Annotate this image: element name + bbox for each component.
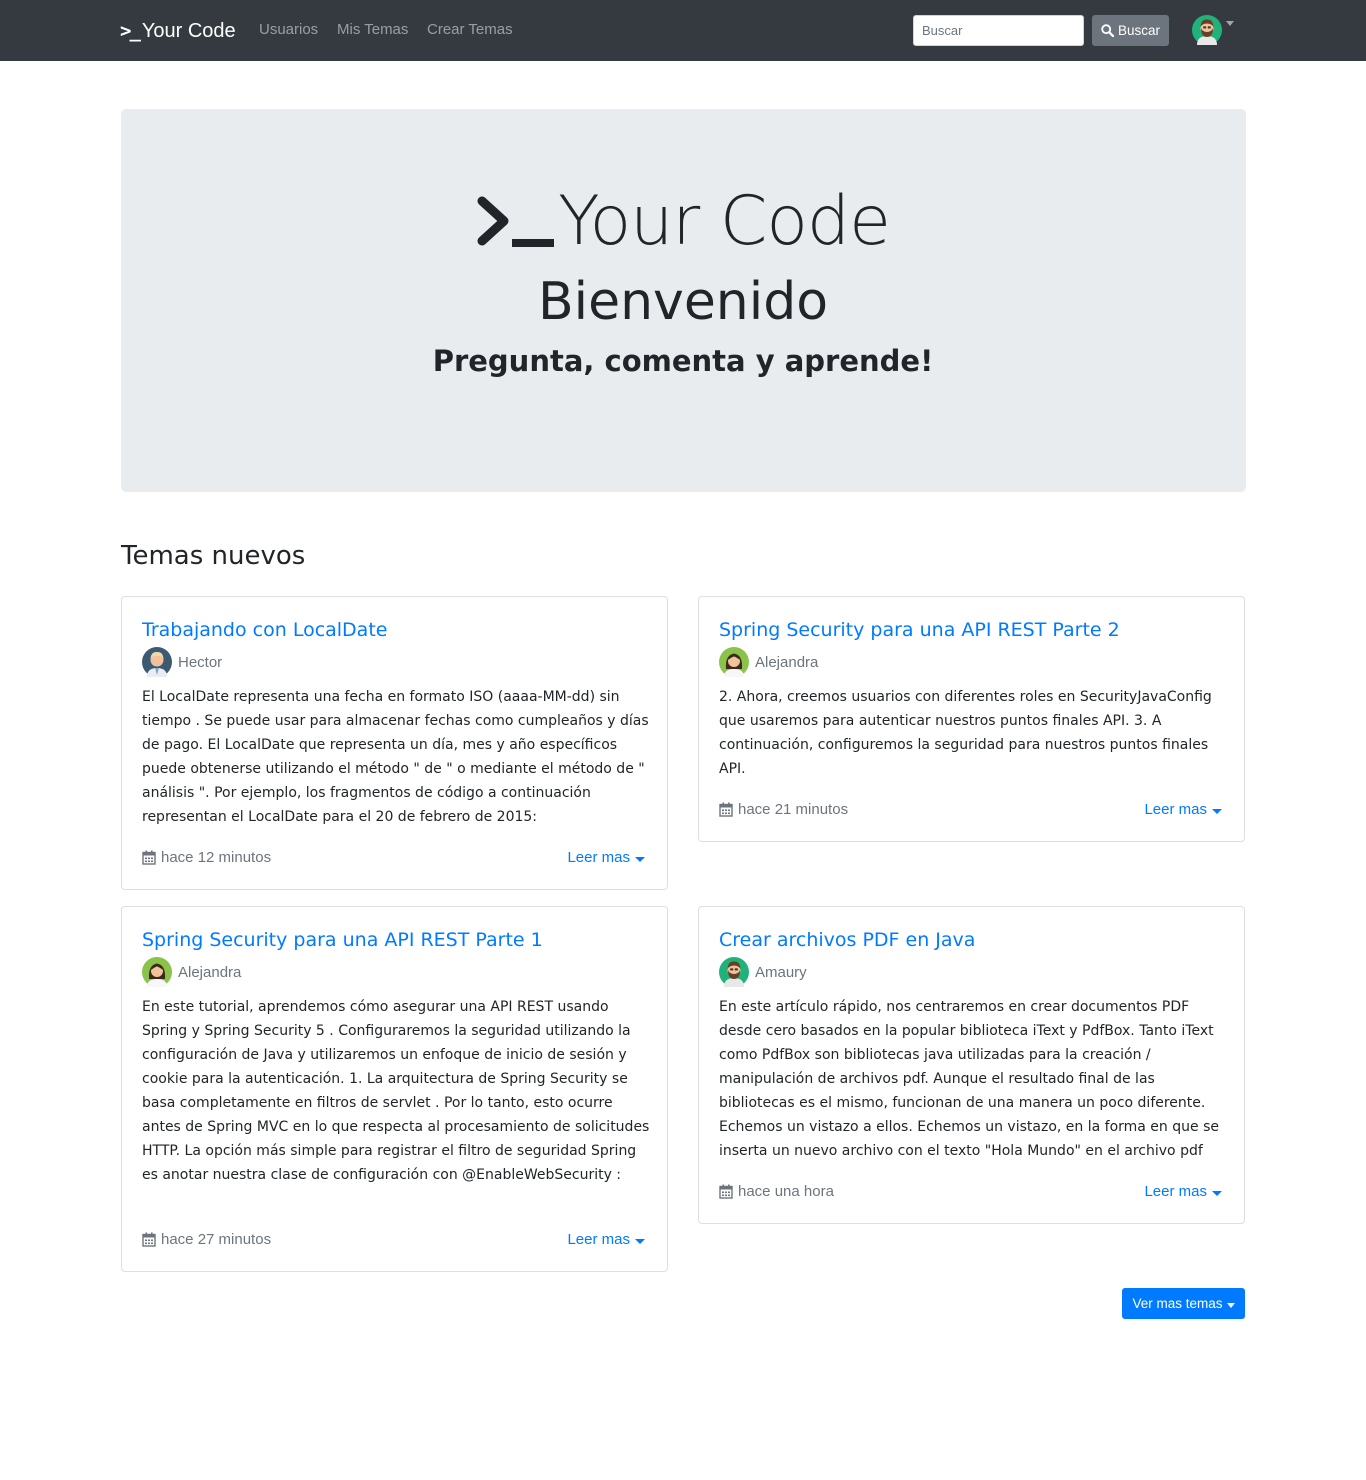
brand-name: Your Code bbox=[141, 19, 236, 42]
post-time: hace 27 minutos bbox=[142, 1231, 271, 1248]
search-input[interactable] bbox=[913, 15, 1084, 46]
caret-down-icon bbox=[1212, 808, 1222, 814]
avatar bbox=[719, 647, 749, 677]
post-excerpt: En este artículo rápido, nos centraremos… bbox=[719, 999, 1219, 1159]
search-button[interactable]: Buscar bbox=[1092, 15, 1169, 46]
post-excerpt: 2. Ahora, creemos usuarios con diferente… bbox=[719, 689, 1212, 777]
nav-link-crear-temas[interactable]: Crear Temas bbox=[427, 21, 513, 38]
caret-down-icon bbox=[1226, 1302, 1235, 1308]
post-excerpt: El LocalDate representa una fecha en for… bbox=[142, 689, 649, 825]
avatar bbox=[719, 957, 749, 987]
terminal-prompt-icon: >_ bbox=[120, 20, 141, 42]
post-title-link[interactable]: Spring Security para una API REST Parte … bbox=[719, 619, 1120, 641]
post-title-link[interactable]: Trabajando con LocalDate bbox=[142, 619, 387, 641]
see-more-topics-label: Ver mas temas bbox=[1132, 1296, 1223, 1311]
read-more-label: Leer mas bbox=[567, 849, 630, 866]
post-card: Trabajando con LocalDate Hector El Local… bbox=[121, 596, 668, 890]
nav-link-usuarios[interactable]: Usuarios bbox=[259, 21, 318, 38]
post-card: Spring Security para una API REST Parte … bbox=[121, 906, 668, 1272]
nav-link-mis-temas[interactable]: Mis Temas bbox=[337, 21, 408, 38]
post-author-name: Alejandra bbox=[178, 963, 242, 981]
jumbotron-title: Your Code bbox=[0, 182, 1366, 261]
calendar-icon bbox=[142, 1232, 156, 1247]
avatar bbox=[142, 957, 172, 987]
read-more-label: Leer mas bbox=[1144, 801, 1207, 818]
post-card: Crear archivos PDF en Java Amaury En est… bbox=[698, 906, 1245, 1224]
search-button-label: Buscar bbox=[1117, 23, 1161, 38]
post-time-text: hace una hora bbox=[738, 1183, 834, 1200]
calendar-icon bbox=[719, 1184, 733, 1199]
brand-logo[interactable]: >_ Your Code bbox=[120, 17, 236, 45]
post-author: Amaury bbox=[719, 957, 807, 987]
post-excerpt: En este tutorial, aprendemos cómo asegur… bbox=[142, 999, 650, 1183]
post-time-text: hace 27 minutos bbox=[161, 1231, 272, 1248]
post-author-name: Alejandra bbox=[755, 653, 819, 671]
search-icon bbox=[1101, 24, 1114, 37]
section-title: Temas nuevos bbox=[121, 541, 306, 571]
post-time-text: hace 12 minutos bbox=[161, 849, 272, 866]
terminal-prompt-icon bbox=[477, 196, 555, 247]
post-time-text: hace 21 minutos bbox=[738, 801, 849, 818]
calendar-icon bbox=[142, 850, 156, 865]
post-card: Spring Security para una API REST Parte … bbox=[698, 596, 1245, 842]
post-author: Alejandra bbox=[142, 957, 242, 987]
jumbotron-title-text: Your Code bbox=[558, 182, 891, 261]
caret-down-icon bbox=[635, 1238, 645, 1244]
post-time: hace 12 minutos bbox=[142, 849, 271, 866]
top-navbar: >_ Your Code Usuarios Mis Temas Crear Te… bbox=[0, 0, 1366, 61]
post-title-link[interactable]: Crear archivos PDF en Java bbox=[719, 929, 975, 951]
post-title-link[interactable]: Spring Security para una API REST Parte … bbox=[142, 929, 543, 951]
see-more-topics-button[interactable]: Ver mas temas bbox=[1122, 1288, 1245, 1319]
jumbotron-subtitle: Bienvenido bbox=[537, 272, 829, 332]
caret-down-icon bbox=[1212, 1190, 1222, 1196]
caret-down-icon bbox=[635, 856, 645, 862]
post-author-name: Amaury bbox=[755, 963, 807, 981]
post-author: Alejandra bbox=[719, 647, 819, 677]
post-time: hace 21 minutos bbox=[719, 801, 848, 818]
read-more-link[interactable]: Leer mas bbox=[567, 1231, 645, 1248]
read-more-link[interactable]: Leer mas bbox=[1144, 1183, 1222, 1200]
post-author: Hector bbox=[142, 647, 223, 677]
read-more-label: Leer mas bbox=[1144, 1183, 1207, 1200]
avatar bbox=[142, 647, 172, 677]
calendar-icon bbox=[719, 802, 733, 817]
post-time: hace una hora bbox=[719, 1183, 834, 1200]
chevron-down-icon bbox=[1226, 20, 1234, 26]
jumbotron-lead: Pregunta, comenta y aprende! bbox=[432, 344, 934, 378]
read-more-link[interactable]: Leer mas bbox=[1144, 801, 1222, 818]
user-menu-dropdown[interactable] bbox=[1192, 15, 1234, 45]
read-more-link[interactable]: Leer mas bbox=[567, 849, 645, 866]
read-more-label: Leer mas bbox=[567, 1231, 630, 1248]
post-author-name: Hector bbox=[178, 653, 223, 671]
avatar bbox=[1192, 15, 1222, 45]
